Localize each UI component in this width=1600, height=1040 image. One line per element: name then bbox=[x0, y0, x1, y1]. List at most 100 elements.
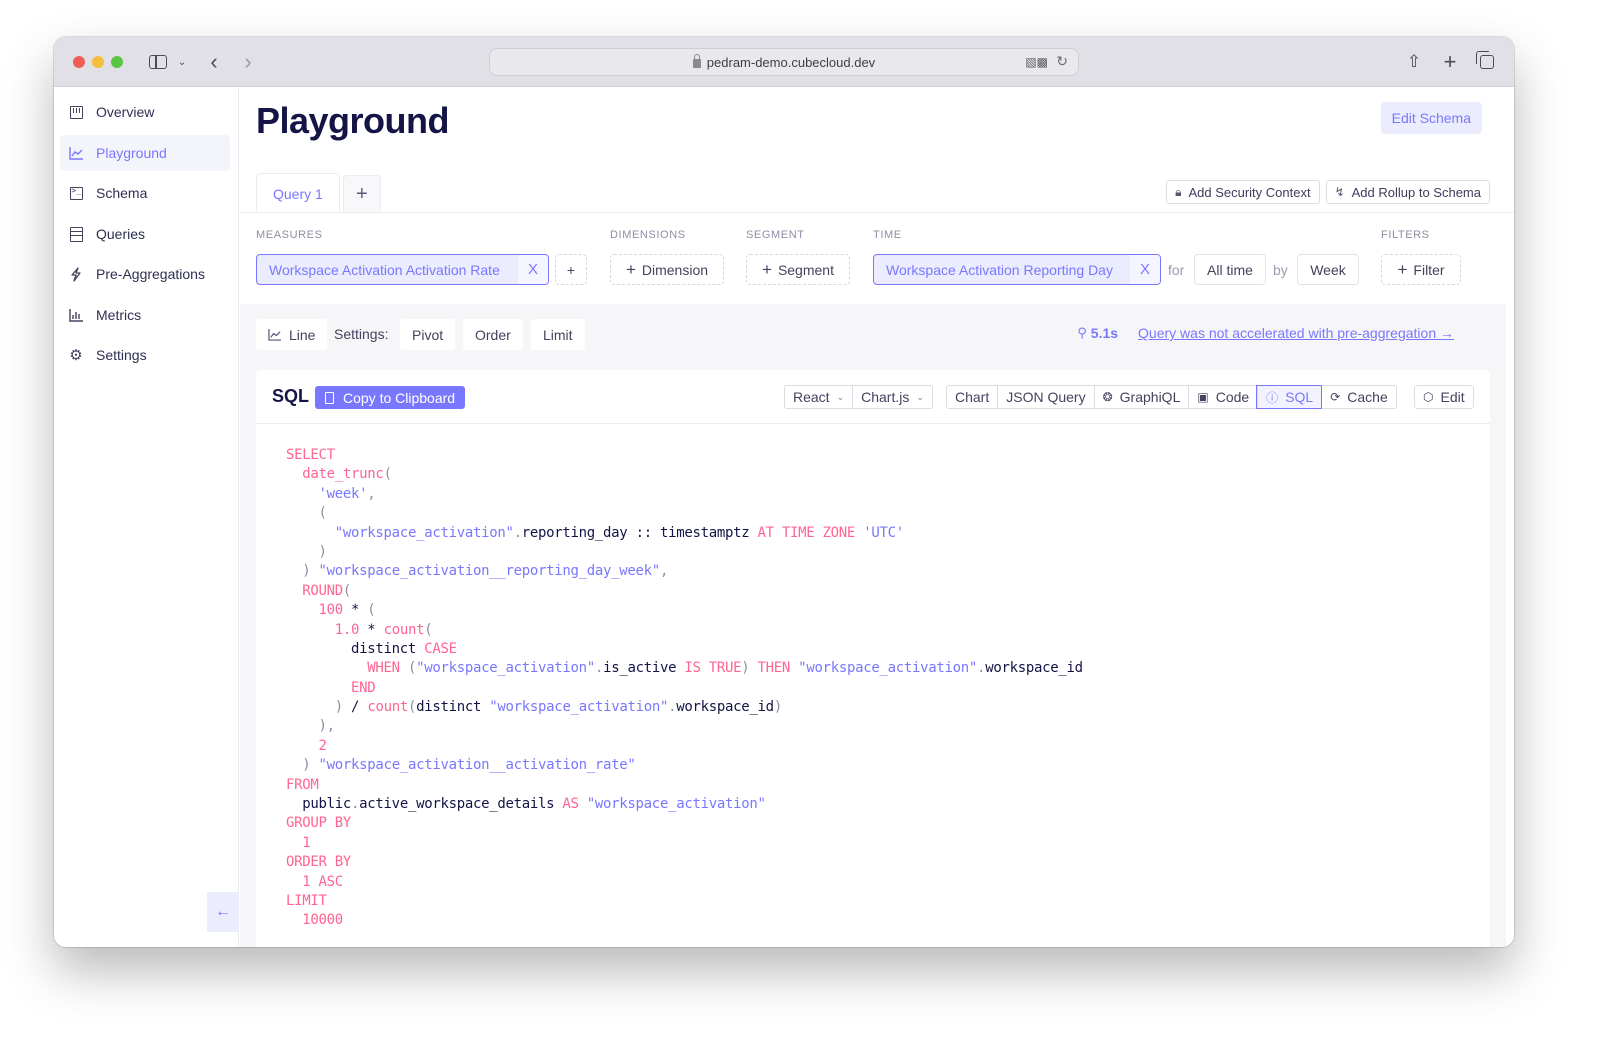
code-line: 100 * ( bbox=[286, 601, 1083, 620]
order-button[interactable]: Order bbox=[463, 319, 523, 350]
code-token: distinct bbox=[286, 640, 425, 657]
reload-icon[interactable]: ↻ bbox=[1056, 53, 1068, 70]
share-icon[interactable]: ⇧ bbox=[1404, 50, 1424, 74]
remove-measure-button[interactable]: X bbox=[518, 255, 548, 284]
tab-chart[interactable]: Chart bbox=[947, 386, 997, 408]
chart-type-button[interactable]: Line bbox=[256, 319, 328, 350]
button-label: Line bbox=[289, 326, 316, 343]
copy-to-clipboard-button[interactable]: Copy to Clipboard bbox=[315, 386, 466, 409]
tab-overview-icon[interactable] bbox=[1476, 50, 1498, 74]
minimize-window-button[interactable] bbox=[92, 56, 104, 68]
translate-icon[interactable]: ▧▩ bbox=[1025, 55, 1048, 69]
limit-button[interactable]: Limit bbox=[531, 319, 585, 350]
tab-json-query[interactable]: JSON Query bbox=[997, 386, 1093, 408]
query-duration[interactable]: ⚲ 5.1s bbox=[1077, 325, 1118, 341]
measure-name: Workspace Activation Activation Rate bbox=[269, 261, 500, 278]
code-token: 1 bbox=[302, 834, 311, 851]
code-token: ) bbox=[334, 699, 343, 716]
chart-library-select[interactable]: Chart.js ⌄ bbox=[852, 386, 932, 408]
sidebar-item-settings[interactable]: ⚙ Settings bbox=[60, 337, 230, 373]
code-token: ( bbox=[367, 602, 376, 619]
code-token: reporting_day :: timestamptz bbox=[521, 524, 758, 541]
remove-time-dimension-button[interactable]: X bbox=[1130, 255, 1160, 284]
tab-code[interactable]: ▣ Code bbox=[1188, 386, 1257, 408]
sidebar-item-schema[interactable]: Schema bbox=[60, 175, 230, 211]
tab-label: JSON Query bbox=[1006, 389, 1086, 405]
sidebar-item-playground[interactable]: Playground bbox=[60, 135, 230, 171]
collapse-sidebar-button[interactable]: ← bbox=[207, 892, 239, 932]
code-token: IS TRUE bbox=[684, 660, 742, 677]
tab-query-1[interactable]: Query 1 bbox=[256, 173, 340, 213]
time-dimension-pill[interactable]: Workspace Activation Reporting Day X bbox=[873, 254, 1161, 285]
maximize-window-button[interactable] bbox=[111, 56, 123, 68]
code-token: GROUP BY bbox=[286, 815, 352, 832]
measure-pill[interactable]: Workspace Activation Activation Rate X bbox=[256, 254, 549, 285]
code-token: ( bbox=[407, 660, 417, 677]
divider bbox=[240, 212, 1514, 213]
sql-panel: SQL Copy to Clipboard React ⌄ Chart.js ⌄ bbox=[256, 370, 1490, 947]
terminal-icon bbox=[68, 185, 84, 201]
tab-sql[interactable]: ⓘ SQL bbox=[1256, 385, 1323, 409]
forward-icon[interactable]: › bbox=[238, 49, 258, 74]
code-token: "workspace_activation" bbox=[489, 699, 669, 716]
settings-label: Settings: bbox=[334, 326, 389, 342]
tab-label: Code bbox=[1215, 389, 1250, 405]
tab-cache[interactable]: ⟳ Cache bbox=[1321, 386, 1396, 408]
sidebar-toggle-icon[interactable] bbox=[146, 50, 170, 74]
sidebar-item-pre-aggregations[interactable]: Pre-Aggregations bbox=[60, 256, 230, 292]
search-icon: ⚲ bbox=[1077, 325, 1087, 340]
address-bar[interactable]: pedram-demo.cubecloud.dev ▧▩ ↻ bbox=[489, 48, 1079, 76]
measures-label: MEASURES bbox=[256, 229, 323, 241]
sidebar-item-metrics[interactable]: Metrics bbox=[60, 297, 230, 333]
add-query-tab-button[interactable]: + bbox=[342, 175, 381, 213]
edit-schema-button[interactable]: Edit Schema bbox=[1380, 102, 1482, 134]
dimensions-label: DIMENSIONS bbox=[610, 229, 686, 241]
back-icon[interactable]: ‹ bbox=[204, 49, 224, 74]
for-label: for bbox=[1168, 262, 1185, 278]
pre-aggregation-link[interactable]: Query was not accelerated with pre-aggre… bbox=[1138, 325, 1454, 341]
code-token: 100 bbox=[318, 602, 344, 619]
code-token: CASE bbox=[424, 640, 457, 657]
code-token: ORDER BY bbox=[286, 854, 352, 871]
code-line: ) "workspace_activation__reporting_day_w… bbox=[286, 562, 1083, 581]
sql-code-block: SELECT date_trunc( 'week', ( "workspace_… bbox=[286, 446, 1083, 931]
tab-label: GraphiQL bbox=[1119, 389, 1181, 405]
granularity-select[interactable]: Week bbox=[1297, 254, 1359, 285]
code-line: ( bbox=[286, 504, 1083, 523]
add-security-context-button[interactable]: 🔒︎ Add Security Context bbox=[1166, 180, 1320, 204]
add-filter-button[interactable]: + Filter bbox=[1381, 254, 1461, 285]
new-tab-icon[interactable]: + bbox=[1440, 49, 1460, 74]
lightning-icon bbox=[68, 266, 84, 282]
sidebar-item-queries[interactable]: Queries bbox=[60, 216, 230, 252]
duration-value: 5.1s bbox=[1090, 325, 1119, 341]
main-content: Playground Edit Schema Query 1 + 🔒︎ Add … bbox=[240, 88, 1514, 947]
chevron-down-icon[interactable]: ⌄ bbox=[174, 50, 190, 74]
add-segment-button[interactable]: + Segment bbox=[746, 254, 850, 285]
pivot-button[interactable]: Pivot bbox=[400, 319, 456, 350]
code-line: public.active_workspace_details AS "work… bbox=[286, 795, 1083, 814]
sidebar-item-overview[interactable]: Overview bbox=[60, 94, 230, 130]
framework-select[interactable]: React ⌄ bbox=[785, 386, 852, 408]
lock-icon bbox=[692, 53, 701, 68]
code-token: FROM bbox=[286, 776, 319, 793]
button-label: Dimension bbox=[641, 261, 709, 278]
date-range-select[interactable]: All time bbox=[1194, 254, 1266, 285]
list-icon bbox=[68, 226, 84, 242]
code-token: ( bbox=[342, 582, 352, 599]
add-rollup-button[interactable]: ↯ Add Rollup to Schema bbox=[1325, 180, 1490, 204]
tab-graphiql[interactable]: ❂ GraphiQL bbox=[1093, 386, 1189, 408]
code-token: 'week' bbox=[318, 485, 368, 502]
add-dimension-button[interactable]: + Dimension bbox=[610, 254, 724, 285]
code-line: LIMIT bbox=[286, 892, 1083, 911]
code-token: count bbox=[383, 621, 425, 638]
button-label: Segment bbox=[777, 261, 834, 278]
close-window-button[interactable] bbox=[73, 56, 85, 68]
add-measure-button[interactable]: + bbox=[555, 254, 587, 285]
time-label: TIME bbox=[873, 229, 902, 241]
edit-button[interactable]: ⬡ Edit bbox=[1415, 386, 1473, 408]
page-title: Playground bbox=[256, 100, 450, 141]
